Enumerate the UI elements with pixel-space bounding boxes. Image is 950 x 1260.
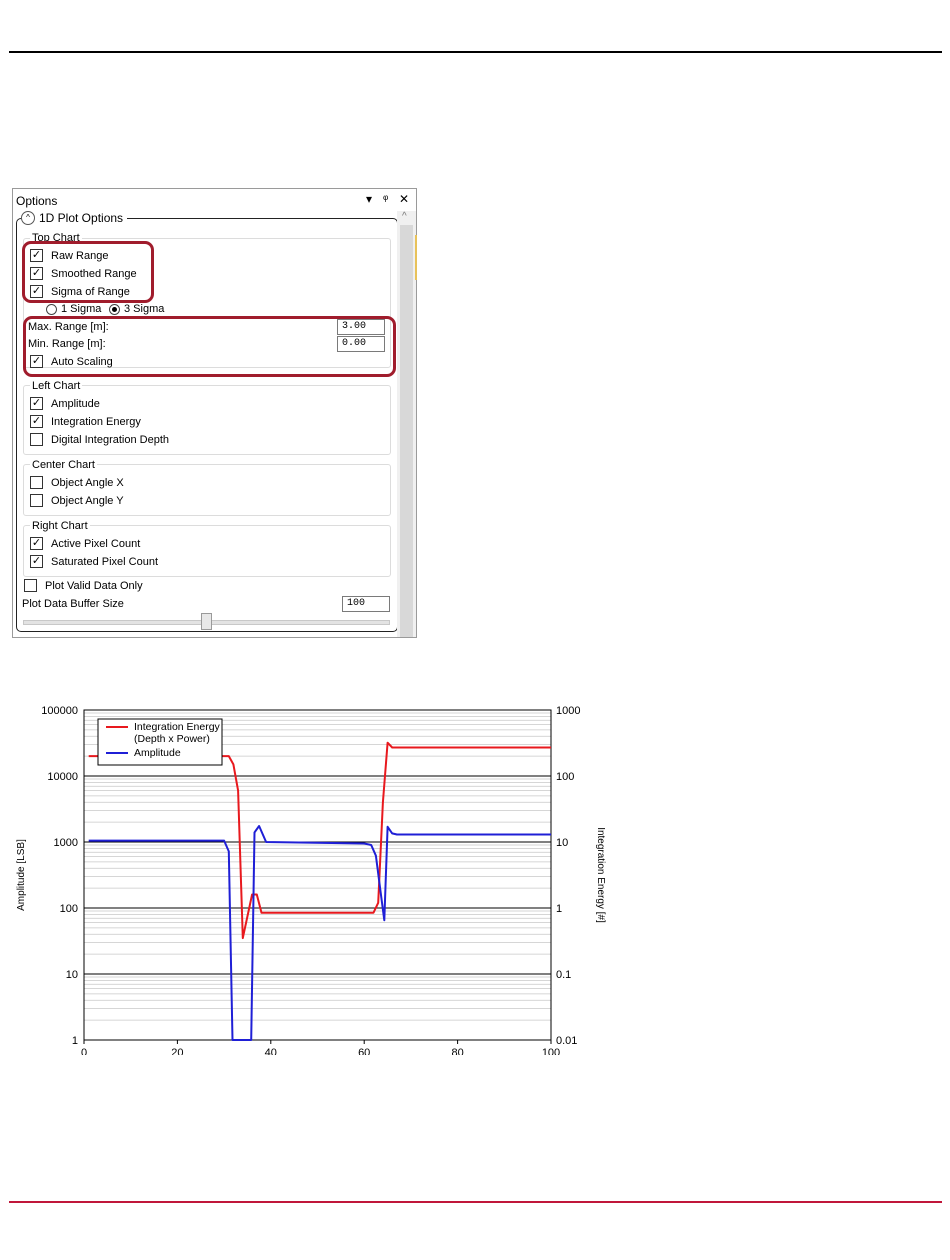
x-tick-label: 20 bbox=[171, 1047, 183, 1055]
checkbox-box[interactable] bbox=[30, 494, 43, 507]
legend-label: Amplitude bbox=[134, 747, 181, 759]
checkbox-box[interactable] bbox=[24, 579, 37, 592]
x-tick-label: 80 bbox=[451, 1047, 463, 1055]
checkbox-box[interactable]: ✓ bbox=[30, 415, 43, 428]
center-chart-group bbox=[23, 464, 391, 516]
three-sigma-radio[interactable]: 3 Sigma bbox=[109, 303, 164, 315]
highlight-checkboxes bbox=[22, 241, 154, 303]
buffer-slider-thumb[interactable] bbox=[200, 613, 212, 630]
integration-energy-checkbox[interactable]: ✓ Integration Energy bbox=[30, 415, 141, 428]
options-content: ^ 1D Plot Options Top Chart ✓ Raw Range ✓… bbox=[13, 211, 398, 637]
object-angle-y-checkbox[interactable]: Object Angle Y bbox=[30, 494, 124, 507]
saturated-pixel-count-checkbox[interactable]: ✓ Saturated Pixel Count bbox=[30, 555, 158, 568]
legend-label: Integration Energy bbox=[134, 721, 221, 733]
one-sigma-radio[interactable]: 1 Sigma bbox=[46, 303, 101, 315]
checkbox-box[interactable]: ✓ bbox=[30, 555, 43, 568]
y-tick-label: 100 bbox=[60, 903, 78, 915]
section-title: 1D Plot Options bbox=[39, 211, 124, 225]
section-header[interactable]: ^ 1D Plot Options bbox=[21, 211, 128, 225]
y-axis-label: Amplitude [LSB] bbox=[16, 839, 27, 911]
checkbox-box[interactable] bbox=[30, 433, 43, 446]
plot-valid-data-only-checkbox[interactable]: Plot Valid Data Only bbox=[24, 579, 143, 592]
object-angle-x-label: Object Angle X bbox=[51, 476, 124, 489]
integration-energy-label: Integration Energy bbox=[51, 415, 141, 428]
highlight-range bbox=[23, 316, 396, 377]
center-chart-label: Center Chart bbox=[30, 459, 97, 471]
right-chart-label: Right Chart bbox=[30, 520, 90, 532]
y2-tick-label: 1000 bbox=[556, 705, 580, 717]
digital-integration-depth-label: Digital Integration Depth bbox=[51, 433, 170, 446]
x-tick-label: 60 bbox=[358, 1047, 370, 1055]
radio-circle[interactable] bbox=[46, 303, 57, 315]
y-tick-label: 100000 bbox=[41, 705, 78, 717]
radio-circle[interactable] bbox=[109, 303, 120, 315]
x-tick-label: 100 bbox=[542, 1047, 560, 1055]
scroll-up-icon[interactable]: ^ bbox=[402, 211, 407, 222]
y2-tick-label: 0.01 bbox=[556, 1035, 577, 1047]
y-tick-label: 10000 bbox=[47, 771, 78, 783]
y2-tick-label: 10 bbox=[556, 837, 568, 849]
panel-title: Options bbox=[16, 194, 58, 208]
amplitude-energy-chart: 1 10 100 1000 10000 100000 0.01 0.1 1 10 100 1000 0 2… bbox=[0, 695, 950, 1059]
left-chart-label: Left Chart bbox=[30, 380, 83, 392]
footer-rule bbox=[9, 1201, 942, 1203]
pin-icon[interactable]: ᵠ bbox=[383, 192, 388, 206]
x-tick-label: 40 bbox=[265, 1047, 277, 1055]
right-chart-group bbox=[23, 525, 391, 577]
amplitude-label: Amplitude bbox=[51, 397, 100, 410]
checkbox-box[interactable]: ✓ bbox=[30, 397, 43, 410]
object-angle-x-checkbox[interactable]: Object Angle X bbox=[30, 476, 124, 489]
object-angle-y-label: Object Angle Y bbox=[51, 494, 124, 507]
x-tick-label: 0 bbox=[81, 1047, 87, 1055]
vertical-scrollbar[interactable]: ^ bbox=[397, 211, 416, 637]
amplitude-checkbox[interactable]: ✓ Amplitude bbox=[30, 397, 100, 410]
y-tick-label: 1000 bbox=[54, 837, 78, 849]
active-pixel-count-checkbox[interactable]: ✓ Active Pixel Count bbox=[30, 537, 140, 550]
checkbox-box[interactable]: ✓ bbox=[30, 537, 43, 550]
y2-tick-label: 0.1 bbox=[556, 969, 571, 981]
y2-tick-label: 100 bbox=[556, 771, 574, 783]
buffer-size-input[interactable]: 100 bbox=[342, 596, 390, 612]
y-tick-label: 1 bbox=[72, 1035, 78, 1047]
legend-label: (Depth x Power) bbox=[134, 733, 210, 745]
options-panel: Options ▾ ᵠ ✕ ^ 1D Plot Options Top Char… bbox=[12, 188, 417, 638]
saturated-pixel-count-label: Saturated Pixel Count bbox=[51, 555, 159, 568]
y2-axis-label: Integration Energy [#] bbox=[595, 827, 606, 923]
one-sigma-label: 1 Sigma bbox=[61, 303, 102, 315]
collapse-icon[interactable]: ^ bbox=[21, 211, 35, 225]
scroll-thumb[interactable] bbox=[400, 225, 413, 637]
chart-svg: 1101001000100001000000.010.111010010000 2… bbox=[16, 705, 606, 1059]
digital-integration-depth-checkbox[interactable]: Digital Integration Depth bbox=[30, 433, 169, 446]
panel-titlebar: Options ▾ ᵠ ✕ bbox=[13, 189, 416, 211]
buffer-size-label: Plot Data Buffer Size bbox=[22, 598, 124, 610]
three-sigma-label: 3 Sigma bbox=[124, 303, 165, 315]
header-rule bbox=[9, 51, 942, 53]
checkbox-box[interactable] bbox=[30, 476, 43, 489]
y2-tick-label: 1 bbox=[556, 903, 562, 915]
close-icon[interactable]: ✕ bbox=[399, 192, 409, 206]
plot-valid-data-only-label: Plot Valid Data Only bbox=[45, 579, 143, 592]
y-tick-label: 10 bbox=[66, 969, 78, 981]
dropdown-arrow-icon[interactable]: ▾ bbox=[366, 192, 372, 206]
window-accent bbox=[415, 235, 417, 280]
active-pixel-count-label: Active Pixel Count bbox=[51, 537, 141, 550]
